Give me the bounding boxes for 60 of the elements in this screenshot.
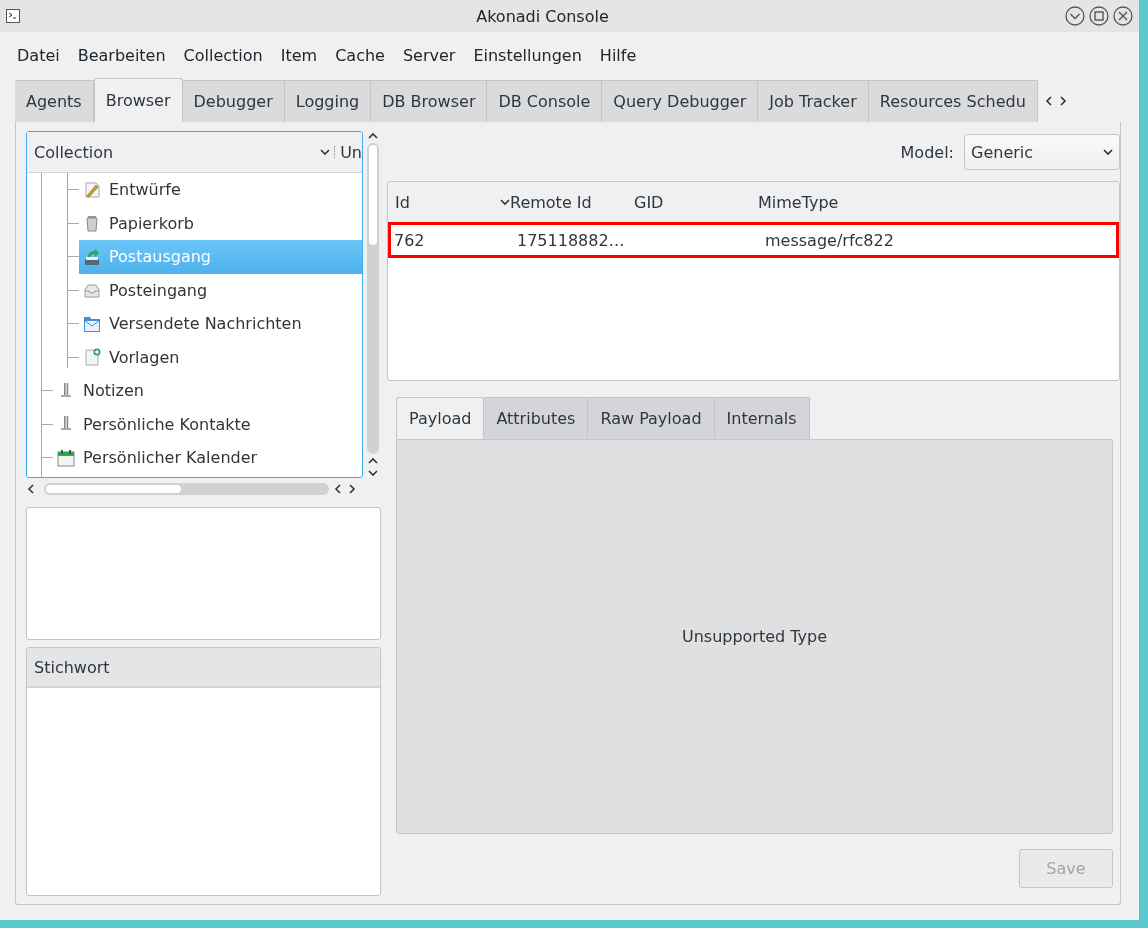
tab[interactable]: Attributes [484,397,589,439]
tab[interactable]: Internals [714,397,810,439]
minimize-icon[interactable] [1065,6,1085,26]
window-title: Akonadi Console [475,6,610,26]
tab[interactable]: Logging [284,80,372,122]
maximize-icon[interactable] [1089,6,1109,26]
model-dropdown[interactable]: Generic [964,134,1120,170]
tab[interactable]: Resources Schedu [868,80,1038,122]
tab[interactable]: DB Console [487,80,603,122]
tab[interactable]: Query Debugger [602,80,759,122]
table-cell: 762 [394,230,425,250]
menu-item[interactable]: Bearbeiten [68,45,175,65]
table-cell: 175118882… [517,230,625,250]
trash-icon [83,214,101,233]
column-header[interactable]: Stichwort [27,648,380,688]
column-header[interactable]: Un [340,142,362,162]
payload-message: Unsupported Type [681,627,828,646]
menu-item[interactable]: Collection [174,45,272,65]
menu-item[interactable]: Datei [8,45,69,65]
terminal-icon[interactable] [6,9,20,23]
menu-item[interactable]: Server [393,45,465,65]
tab[interactable]: Debugger [182,80,285,122]
table-row[interactable]: 762 175118882… message/rfc822 [388,222,1119,258]
menu-item[interactable]: Item [271,45,327,65]
scroll-right-icon [347,484,357,494]
close-icon[interactable] [1113,6,1133,26]
folder-mail-icon [83,314,101,333]
scroll-left-icon [333,484,343,494]
tab[interactable]: DB Browser [371,80,488,122]
column-header[interactable]: MimeType [758,192,839,212]
scroll-up-icon [368,456,378,466]
tab[interactable]: Raw Payload [588,397,715,439]
scroll-left-icon [26,484,36,494]
inbox-tray-icon [83,281,101,300]
menu-item[interactable]: Hilfe [590,45,646,65]
tab[interactable]: Agents [15,80,94,122]
column-header[interactable]: Remote Id [510,192,592,212]
scroll-right-icon [1057,96,1068,106]
model-label: Model: [900,142,954,162]
sort-indicator-icon [320,147,331,157]
calendar-icon [57,448,75,467]
outbox-tray-icon [83,247,101,266]
scroll-down-icon [368,468,378,478]
column-header[interactable]: Collection [27,142,321,162]
column-header[interactable]: Id [395,192,410,212]
sort-indicator-icon [500,197,510,207]
menu-item[interactable]: Cache [326,45,394,65]
tab[interactable]: Browser [93,78,183,122]
scroll-left-icon [1043,96,1054,106]
vertical-scrollbar[interactable] [367,143,379,454]
tab[interactable]: Job Tracker [758,80,869,122]
tab[interactable]: Payload [396,397,485,439]
column-header[interactable]: GID [634,192,664,212]
dropdown-caret-icon [1103,147,1113,157]
table-cell: message/rfc822 [765,230,894,250]
scroll-up-icon [368,131,378,141]
document-plus-icon [83,348,101,367]
pencil-note-icon [83,180,101,199]
horizontal-scrollbar[interactable] [44,483,329,495]
menu-item[interactable]: Einstellungen [464,45,591,65]
